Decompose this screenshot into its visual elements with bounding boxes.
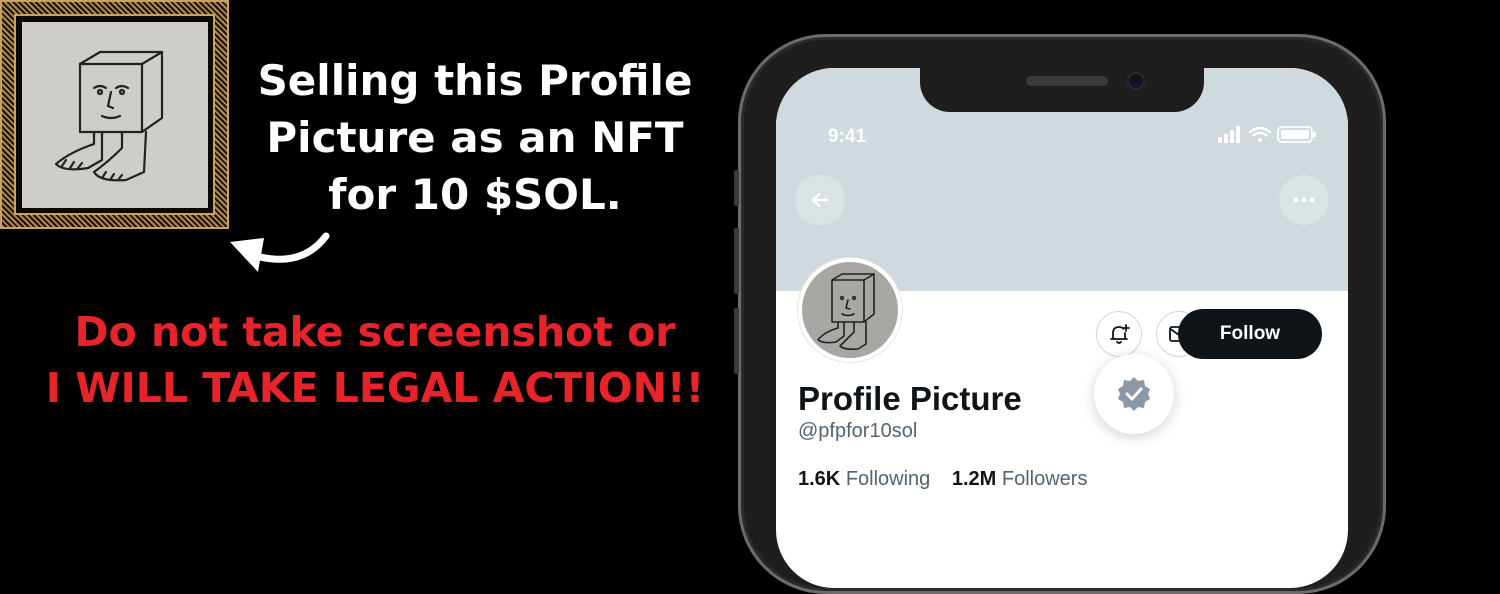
- avatar-image: [802, 262, 898, 358]
- bell-plus-icon: [1110, 324, 1130, 344]
- profile-name: Profile Picture: [798, 380, 1022, 417]
- profile-avatar[interactable]: [798, 258, 902, 362]
- profile-handle: @pfpfor10sol: [798, 420, 918, 442]
- notify-button[interactable]: [1096, 311, 1142, 357]
- more-icon: [1293, 197, 1315, 203]
- signal-icon: [1218, 126, 1240, 143]
- warning-line-2: I WILL TAKE LEGAL ACTION!!: [45, 364, 705, 412]
- followers-count: 1.2M: [951, 468, 997, 490]
- battery-icon: [1277, 126, 1316, 143]
- curved-arrow-icon: [230, 232, 330, 272]
- legal-warning: Do not take screenshot or I WILL TAKE LE…: [20, 304, 730, 416]
- wifi-icon: [1248, 126, 1272, 142]
- headline-line-3: for 10 $SOL.: [328, 170, 622, 219]
- status-time: 9:41: [828, 126, 867, 147]
- phone-notch: [920, 68, 1204, 112]
- followers-stat[interactable]: 1.2M Followers: [952, 468, 1088, 490]
- phone-volume-up: [734, 228, 739, 294]
- verified-badge-bubble: [1094, 354, 1174, 434]
- framed-artwork: [0, 0, 229, 229]
- front-camera: [1129, 74, 1143, 88]
- following-count: 1.6K: [798, 468, 841, 490]
- phone-mockup: 9:41 Follow Profile Picture @pfpfor10sol…: [734, 34, 1386, 594]
- profile-stats: 1.6K Following 1.2M Followers: [798, 468, 1103, 491]
- following-stat[interactable]: 1.6K Following: [798, 468, 930, 490]
- back-button[interactable]: [795, 175, 845, 225]
- headline-line-2: Picture as an NFT: [266, 113, 684, 162]
- follow-button[interactable]: Follow: [1178, 309, 1322, 359]
- nft-drawing: [22, 22, 208, 208]
- speaker-grille: [1026, 76, 1108, 86]
- verified-badge-icon: [1118, 377, 1150, 411]
- more-options-button[interactable]: [1279, 175, 1329, 225]
- following-label: Following: [845, 468, 931, 490]
- followers-label: Followers: [1001, 468, 1088, 490]
- sale-headline: Selling this Profile Picture as an NFT f…: [240, 52, 710, 223]
- phone-volume-down: [734, 308, 739, 374]
- warning-line-1: Do not take screenshot or: [74, 308, 676, 356]
- back-arrow-icon: [811, 192, 829, 208]
- status-icons: [1218, 126, 1316, 143]
- headline-line-1: Selling this Profile: [257, 56, 693, 105]
- phone-side-button: [734, 170, 739, 206]
- phone-screen: 9:41 Follow Profile Picture @pfpfor10sol…: [776, 68, 1348, 588]
